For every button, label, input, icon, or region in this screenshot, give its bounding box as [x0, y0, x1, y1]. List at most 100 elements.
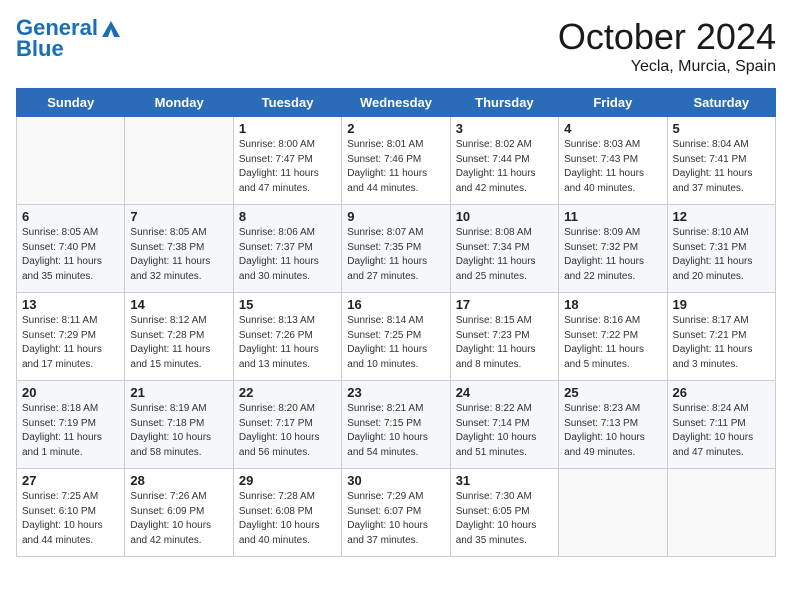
day-info: Sunrise: 8:18 AMSunset: 7:19 PMDaylight:… [22, 402, 119, 460]
calendar-cell: 15 Sunrise: 8:13 AMSunset: 7:26 PMDayligh… [233, 293, 341, 381]
weekday-header-row: SundayMondayTuesdayWednesdayThursdayFrid… [17, 89, 776, 117]
logo-blue: Blue [16, 36, 122, 62]
day-info: Sunrise: 8:16 AMSunset: 7:22 PMDaylight:… [564, 314, 661, 372]
day-number: 16 [347, 297, 444, 312]
day-info: Sunrise: 7:30 AMSunset: 6:05 PMDaylight:… [456, 490, 553, 548]
day-info: Sunrise: 8:23 AMSunset: 7:13 PMDaylight:… [564, 402, 661, 460]
day-info: Sunrise: 7:26 AMSunset: 6:09 PMDaylight:… [130, 490, 227, 548]
day-number: 13 [22, 297, 119, 312]
day-info: Sunrise: 8:04 AMSunset: 7:41 PMDaylight:… [673, 138, 770, 196]
day-info: Sunrise: 8:10 AMSunset: 7:31 PMDaylight:… [673, 226, 770, 284]
day-number: 11 [564, 209, 661, 224]
title-block: October 2024 Yecla, Murcia, Spain [558, 16, 776, 76]
day-number: 5 [673, 121, 770, 136]
day-number: 30 [347, 473, 444, 488]
day-info: Sunrise: 8:02 AMSunset: 7:44 PMDaylight:… [456, 138, 553, 196]
week-row-1: 1Sunrise: 8:00 AMSunset: 7:47 PMDaylight… [17, 117, 776, 205]
day-number: 23 [347, 385, 444, 400]
day-number: 26 [673, 385, 770, 400]
day-info: Sunrise: 8:17 AMSunset: 7:21 PMDaylight:… [673, 314, 770, 372]
weekday-header-thursday: Thursday [450, 89, 558, 117]
day-number: 25 [564, 385, 661, 400]
day-number: 22 [239, 385, 336, 400]
calendar-table: SundayMondayTuesdayWednesdayThursdayFrid… [16, 88, 776, 557]
day-info: Sunrise: 8:22 AMSunset: 7:14 PMDaylight:… [456, 402, 553, 460]
calendar-cell: 1Sunrise: 8:00 AMSunset: 7:47 PMDaylight… [233, 117, 341, 205]
calendar-cell: 25 Sunrise: 8:23 AMSunset: 7:13 PMDayligh… [559, 381, 667, 469]
calendar-cell: 4 Sunrise: 8:03 AMSunset: 7:43 PMDaylight… [559, 117, 667, 205]
day-info: Sunrise: 8:11 AMSunset: 7:29 PMDaylight:… [22, 314, 119, 372]
calendar-cell: 12Sunrise: 8:10 AMSunset: 7:31 PMDayligh… [667, 205, 775, 293]
calendar-cell: 3 Sunrise: 8:02 AMSunset: 7:44 PMDaylight… [450, 117, 558, 205]
day-number: 27 [22, 473, 119, 488]
page-header: General Blue October 2024 Yecla, Murcia,… [16, 16, 776, 76]
calendar-cell: 7 Sunrise: 8:05 AMSunset: 7:38 PMDaylight… [125, 205, 233, 293]
week-row-5: 27 Sunrise: 7:25 AMSunset: 6:10 PMDayligh… [17, 469, 776, 557]
weekday-header-monday: Monday [125, 89, 233, 117]
calendar-cell: 8Sunrise: 8:06 AMSunset: 7:37 PMDaylight… [233, 205, 341, 293]
calendar-cell: 16 Sunrise: 8:14 AMSunset: 7:25 PMDayligh… [342, 293, 450, 381]
calendar-cell: 30 Sunrise: 7:29 AMSunset: 6:07 PMDayligh… [342, 469, 450, 557]
week-row-3: 13 Sunrise: 8:11 AMSunset: 7:29 PMDayligh… [17, 293, 776, 381]
day-number: 14 [130, 297, 227, 312]
calendar-cell: 9Sunrise: 8:07 AMSunset: 7:35 PMDaylight… [342, 205, 450, 293]
day-info: Sunrise: 8:13 AMSunset: 7:26 PMDaylight:… [239, 314, 336, 372]
day-info: Sunrise: 7:29 AMSunset: 6:07 PMDaylight:… [347, 490, 444, 548]
day-number: 20 [22, 385, 119, 400]
calendar-cell: 5 Sunrise: 8:04 AMSunset: 7:41 PMDaylight… [667, 117, 775, 205]
calendar-cell: 14 Sunrise: 8:12 AMSunset: 7:28 PMDayligh… [125, 293, 233, 381]
day-number: 7 [130, 209, 227, 224]
calendar-cell [559, 469, 667, 557]
location-title: Yecla, Murcia, Spain [558, 58, 776, 76]
day-number: 4 [564, 121, 661, 136]
logo-icon [100, 19, 122, 39]
day-number: 18 [564, 297, 661, 312]
calendar-cell: 23 Sunrise: 8:21 AMSunset: 7:15 PMDayligh… [342, 381, 450, 469]
calendar-cell: 21 Sunrise: 8:19 AMSunset: 7:18 PMDayligh… [125, 381, 233, 469]
weekday-header-sunday: Sunday [17, 89, 125, 117]
day-number: 28 [130, 473, 227, 488]
day-info: Sunrise: 8:21 AMSunset: 7:15 PMDaylight:… [347, 402, 444, 460]
calendar-cell: 27 Sunrise: 7:25 AMSunset: 6:10 PMDayligh… [17, 469, 125, 557]
day-number: 17 [456, 297, 553, 312]
weekday-header-tuesday: Tuesday [233, 89, 341, 117]
day-info: Sunrise: 8:15 AMSunset: 7:23 PMDaylight:… [456, 314, 553, 372]
calendar-cell: 17 Sunrise: 8:15 AMSunset: 7:23 PMDayligh… [450, 293, 558, 381]
day-info: Sunrise: 7:28 AMSunset: 6:08 PMDaylight:… [239, 490, 336, 548]
day-number: 19 [673, 297, 770, 312]
calendar-cell [667, 469, 775, 557]
weekday-header-wednesday: Wednesday [342, 89, 450, 117]
day-info: Sunrise: 8:03 AMSunset: 7:43 PMDaylight:… [564, 138, 661, 196]
day-number: 9 [347, 209, 444, 224]
day-info: Sunrise: 7:25 AMSunset: 6:10 PMDaylight:… [22, 490, 119, 548]
calendar-cell: 18 Sunrise: 8:16 AMSunset: 7:22 PMDayligh… [559, 293, 667, 381]
day-number: 21 [130, 385, 227, 400]
logo: General Blue [16, 16, 122, 62]
day-info: Sunrise: 8:00 AMSunset: 7:47 PMDaylight:… [239, 138, 336, 196]
calendar-cell: 28 Sunrise: 7:26 AMSunset: 6:09 PMDayligh… [125, 469, 233, 557]
calendar-cell: 10Sunrise: 8:08 AMSunset: 7:34 PMDayligh… [450, 205, 558, 293]
day-number: 31 [456, 473, 553, 488]
calendar-cell: 19 Sunrise: 8:17 AMSunset: 7:21 PMDayligh… [667, 293, 775, 381]
week-row-2: 6Sunrise: 8:05 AMSunset: 7:40 PMDaylight… [17, 205, 776, 293]
day-info: Sunrise: 8:06 AMSunset: 7:37 PMDaylight:… [239, 226, 336, 284]
calendar-cell: 2Sunrise: 8:01 AMSunset: 7:46 PMDaylight… [342, 117, 450, 205]
day-info: Sunrise: 8:20 AMSunset: 7:17 PMDaylight:… [239, 402, 336, 460]
weekday-header-friday: Friday [559, 89, 667, 117]
day-number: 24 [456, 385, 553, 400]
calendar-cell: 6Sunrise: 8:05 AMSunset: 7:40 PMDaylight… [17, 205, 125, 293]
day-number: 15 [239, 297, 336, 312]
day-info: Sunrise: 8:19 AMSunset: 7:18 PMDaylight:… [130, 402, 227, 460]
week-row-4: 20 Sunrise: 8:18 AMSunset: 7:19 PMDayligh… [17, 381, 776, 469]
calendar-cell: 26Sunrise: 8:24 AMSunset: 7:11 PMDayligh… [667, 381, 775, 469]
month-title: October 2024 [558, 16, 776, 58]
day-info: Sunrise: 8:12 AMSunset: 7:28 PMDaylight:… [130, 314, 227, 372]
day-number: 29 [239, 473, 336, 488]
calendar-cell: 31 Sunrise: 7:30 AMSunset: 6:05 PMDayligh… [450, 469, 558, 557]
day-number: 3 [456, 121, 553, 136]
calendar-cell [17, 117, 125, 205]
day-info: Sunrise: 8:14 AMSunset: 7:25 PMDaylight:… [347, 314, 444, 372]
day-info: Sunrise: 8:05 AMSunset: 7:40 PMDaylight:… [22, 226, 119, 284]
calendar-cell: 29 Sunrise: 7:28 AMSunset: 6:08 PMDayligh… [233, 469, 341, 557]
day-info: Sunrise: 8:05 AMSunset: 7:38 PMDaylight:… [130, 226, 227, 284]
